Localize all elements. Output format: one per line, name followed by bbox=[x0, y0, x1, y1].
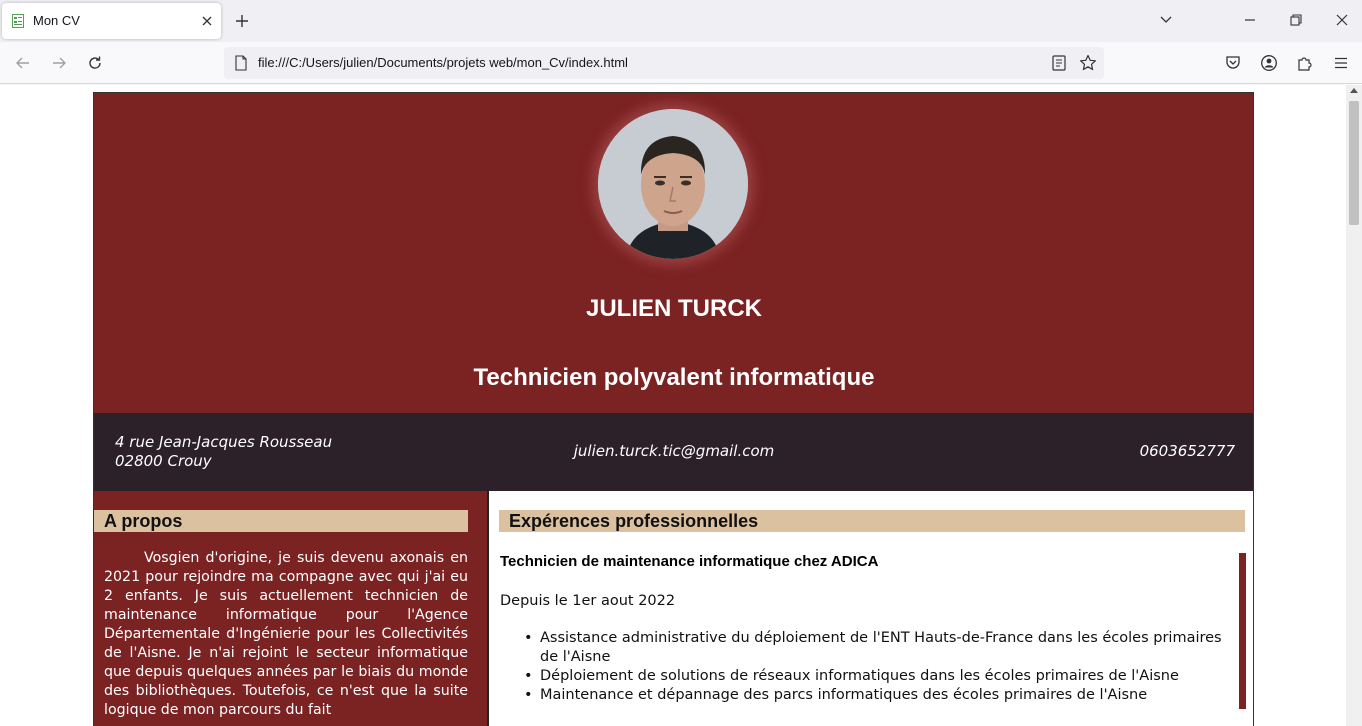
page-icon bbox=[235, 55, 247, 71]
favicon-cv-icon bbox=[12, 14, 24, 28]
menu-icon[interactable] bbox=[1332, 54, 1350, 72]
tab-title: Mon CV bbox=[33, 13, 80, 28]
about-heading: A propos bbox=[94, 510, 468, 532]
account-icon[interactable] bbox=[1260, 54, 1278, 72]
plus-icon[interactable] bbox=[233, 12, 251, 30]
forward-arrow-icon[interactable] bbox=[50, 54, 68, 72]
experience-task-list: Assistance administrative du déploiement… bbox=[520, 629, 1240, 705]
list-item: Assistance administrative du déploiement… bbox=[520, 629, 1240, 667]
list-item: Maintenance et dépannage des parcs infor… bbox=[520, 686, 1240, 705]
bookmark-star-icon[interactable] bbox=[1079, 54, 1097, 72]
experience-date: Depuis le 1er aout 2022 bbox=[500, 593, 676, 609]
profile-photo bbox=[598, 109, 748, 259]
reader-view-icon[interactable] bbox=[1050, 54, 1068, 72]
scrollbar-thumb[interactable] bbox=[1349, 101, 1359, 225]
cv-job-title: Technicien polyvalent informatique bbox=[473, 364, 875, 391]
reload-icon[interactable] bbox=[86, 54, 104, 72]
pocket-icon[interactable] bbox=[1224, 54, 1242, 72]
restore-icon[interactable] bbox=[1288, 12, 1304, 28]
vertical-scrollbar[interactable] bbox=[1346, 85, 1362, 726]
page-viewport[interactable]: JULIEN TURCK Technicien polyvalent infor… bbox=[0, 85, 1346, 726]
contact-bar: 4 rue Jean-Jacques Rousseau 02800 Crouy … bbox=[94, 413, 1253, 491]
minimize-icon[interactable] bbox=[1242, 12, 1258, 28]
cv-name: JULIEN TURCK bbox=[585, 295, 762, 322]
navigation-bar: file:///C:/Users/julien/Documents/projet… bbox=[0, 42, 1362, 84]
experience-job-title: Technicien de maintenance informatique c… bbox=[500, 553, 879, 570]
url-bar[interactable]: file:///C:/Users/julien/Documents/projet… bbox=[224, 47, 1104, 79]
about-text: Vosgien d'origine, je suis devenu axonai… bbox=[104, 550, 468, 718]
tab-bar: Mon CV bbox=[0, 0, 1362, 42]
tab-mon-cv[interactable]: Mon CV bbox=[2, 3, 221, 39]
back-arrow-icon[interactable] bbox=[14, 54, 32, 72]
experience-heading: Expérences professionnelles bbox=[499, 510, 1245, 532]
close-window-icon[interactable] bbox=[1334, 12, 1350, 28]
contact-phone: 0603652777 bbox=[1139, 442, 1235, 460]
experience-section: Expérences professionnelles Technicien d… bbox=[487, 491, 1253, 726]
scroll-up-arrow-icon[interactable] bbox=[1350, 88, 1358, 93]
about-section: A propos Vosgien d'origine, je suis deve… bbox=[94, 491, 487, 726]
cv-header: JULIEN TURCK Technicien polyvalent infor… bbox=[94, 93, 1253, 413]
chevron-down-icon[interactable] bbox=[1158, 12, 1174, 28]
experience-entry: Technicien de maintenance informatique c… bbox=[500, 553, 1246, 709]
url-text[interactable]: file:///C:/Users/julien/Documents/projet… bbox=[258, 55, 628, 70]
extensions-icon[interactable] bbox=[1296, 54, 1314, 72]
contact-email: julien.turck.tic@gmail.com bbox=[573, 442, 775, 460]
cv-container: JULIEN TURCK Technicien polyvalent infor… bbox=[93, 92, 1254, 726]
profile-photo-illustration bbox=[598, 109, 748, 259]
list-item: Déploiement de solutions de réseaux info… bbox=[520, 667, 1240, 686]
close-icon[interactable] bbox=[199, 13, 215, 29]
